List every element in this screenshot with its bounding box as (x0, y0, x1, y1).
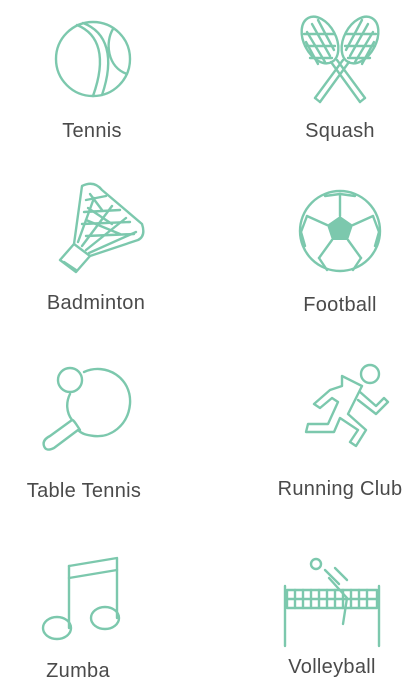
activity-tile-squash[interactable]: Squash (250, 12, 407, 143)
music-note-icon (41, 556, 121, 641)
activity-tile-tennis[interactable]: Tennis (2, 12, 182, 143)
squash-rackets-icon (300, 15, 380, 104)
activity-tile-volleyball[interactable]: Volleyball (242, 554, 407, 679)
activity-label: Table Tennis (26, 480, 142, 502)
activity-tile-running-club[interactable]: Running Club (250, 362, 407, 501)
activity-tile-badminton[interactable]: Badminton (6, 180, 186, 315)
ping-pong-paddle-icon (42, 366, 132, 451)
activity-tile-table-tennis[interactable]: Table Tennis (0, 364, 174, 503)
activities-grid: Tennis Squash Badminton Football Table T… (0, 0, 407, 693)
activity-label: Badminton (46, 292, 146, 314)
tennis-ball-icon (54, 20, 132, 98)
soccer-ball-icon (298, 189, 382, 273)
activity-label: Tennis (62, 120, 122, 142)
runner-icon (304, 363, 390, 448)
activity-tile-zumba[interactable]: Zumba (0, 548, 168, 683)
shuttlecock-icon (58, 182, 145, 274)
activity-label: Squash (305, 120, 375, 142)
activity-label: Zumba (46, 660, 110, 682)
volleyball-net-icon (283, 557, 381, 648)
activity-label: Running Club (277, 478, 403, 500)
activity-label: Volleyball (288, 656, 376, 678)
activity-tile-football[interactable]: Football (250, 186, 407, 317)
activity-label: Football (303, 294, 377, 316)
